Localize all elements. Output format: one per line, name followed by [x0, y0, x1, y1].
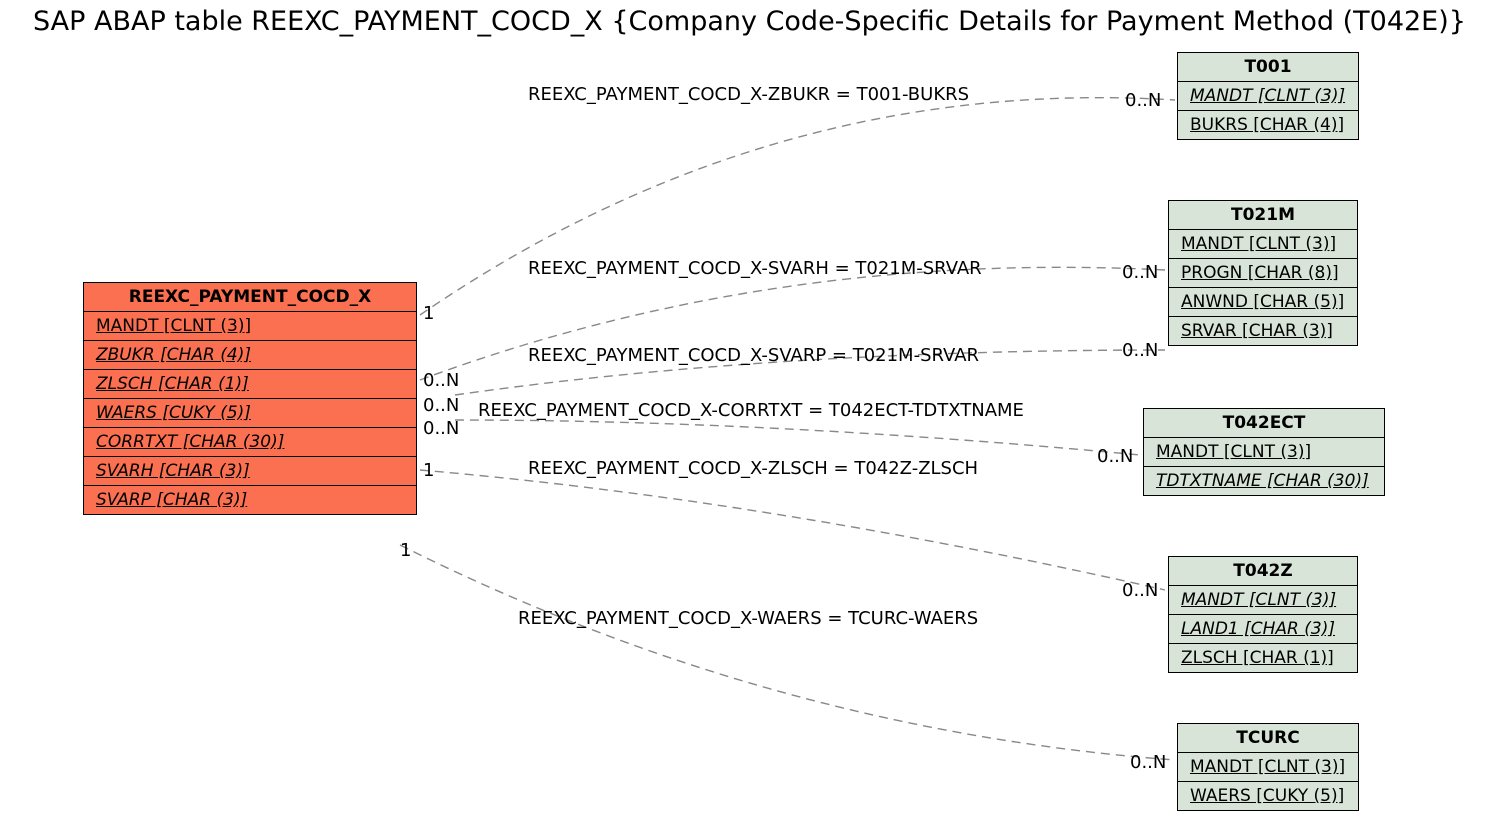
field-row: ZLSCH [CHAR (1)] — [84, 370, 416, 399]
field-row: WAERS [CUKY (5)] — [84, 399, 416, 428]
field-row: WAERS [CUKY (5)] — [1178, 782, 1358, 810]
field-row: MANDT [CLNT (3)] — [1169, 230, 1357, 259]
field-row: LAND1 [CHAR (3)] — [1169, 615, 1357, 644]
relation-label: REEXC_PAYMENT_COCD_X-SVARP = T021M-SRVAR — [528, 345, 979, 366]
entity-tcurc: TCURC MANDT [CLNT (3)] WAERS [CUKY (5)] — [1177, 723, 1359, 811]
field-row: MANDT [CLNT (3)] — [1178, 753, 1358, 782]
relation-label: REEXC_PAYMENT_COCD_X-SVARH = T021M-SRVAR — [528, 258, 982, 279]
entity-t001: T001 MANDT [CLNT (3)] BUKRS [CHAR (4)] — [1177, 52, 1359, 140]
field-row: SVARP [CHAR (3)] — [84, 486, 416, 514]
field-row: SRVAR [CHAR (3)] — [1169, 317, 1357, 345]
field-row: TDTXTNAME [CHAR (30)] — [1144, 467, 1384, 495]
cardinality-right: 0..N — [1130, 752, 1166, 773]
cardinality-left: 0..N — [423, 395, 459, 416]
entity-t042ect: T042ECT MANDT [CLNT (3)] TDTXTNAME [CHAR… — [1143, 408, 1385, 496]
entity-header: T001 — [1178, 53, 1358, 82]
field-row: ANWND [CHAR (5)] — [1169, 288, 1357, 317]
field-row: ZLSCH [CHAR (1)] — [1169, 644, 1357, 672]
cardinality-left: 1 — [423, 303, 434, 324]
field-row: PROGN [CHAR (8)] — [1169, 259, 1357, 288]
relation-label: REEXC_PAYMENT_COCD_X-CORRTXT = T042ECT-T… — [478, 400, 1024, 421]
entity-header: TCURC — [1178, 724, 1358, 753]
entity-t021m: T021M MANDT [CLNT (3)] PROGN [CHAR (8)] … — [1168, 200, 1358, 346]
cardinality-left: 1 — [423, 460, 434, 481]
relation-label: REEXC_PAYMENT_COCD_X-WAERS = TCURC-WAERS — [518, 608, 978, 629]
cardinality-right: 0..N — [1122, 580, 1158, 601]
field-row: MANDT [CLNT (3)] — [84, 312, 416, 341]
cardinality-right: 0..N — [1097, 446, 1133, 467]
cardinality-left: 0..N — [423, 370, 459, 391]
entity-reexc-payment-cocd-x: REEXC_PAYMENT_COCD_X MANDT [CLNT (3)] ZB… — [83, 282, 417, 515]
field-row: MANDT [CLNT (3)] — [1169, 586, 1357, 615]
cardinality-right: 0..N — [1125, 90, 1161, 111]
field-row: SVARH [CHAR (3)] — [84, 457, 416, 486]
field-row: BUKRS [CHAR (4)] — [1178, 111, 1358, 139]
cardinality-left: 0..N — [423, 418, 459, 439]
cardinality-right: 0..N — [1122, 340, 1158, 361]
entity-t042z: T042Z MANDT [CLNT (3)] LAND1 [CHAR (3)] … — [1168, 556, 1358, 673]
relation-label: REEXC_PAYMENT_COCD_X-ZBUKR = T001-BUKRS — [528, 84, 969, 105]
field-row: MANDT [CLNT (3)] — [1144, 438, 1384, 467]
relation-label: REEXC_PAYMENT_COCD_X-ZLSCH = T042Z-ZLSCH — [528, 458, 978, 479]
entity-header: T042ECT — [1144, 409, 1384, 438]
entity-header: REEXC_PAYMENT_COCD_X — [84, 283, 416, 312]
entity-header: T042Z — [1169, 557, 1357, 586]
field-row: CORRTXT [CHAR (30)] — [84, 428, 416, 457]
field-row: MANDT [CLNT (3)] — [1178, 82, 1358, 111]
cardinality-left: 1 — [400, 540, 411, 561]
field-row: ZBUKR [CHAR (4)] — [84, 341, 416, 370]
entity-header: T021M — [1169, 201, 1357, 230]
cardinality-right: 0..N — [1122, 262, 1158, 283]
diagram-title: SAP ABAP table REEXC_PAYMENT_COCD_X {Com… — [0, 6, 1499, 37]
